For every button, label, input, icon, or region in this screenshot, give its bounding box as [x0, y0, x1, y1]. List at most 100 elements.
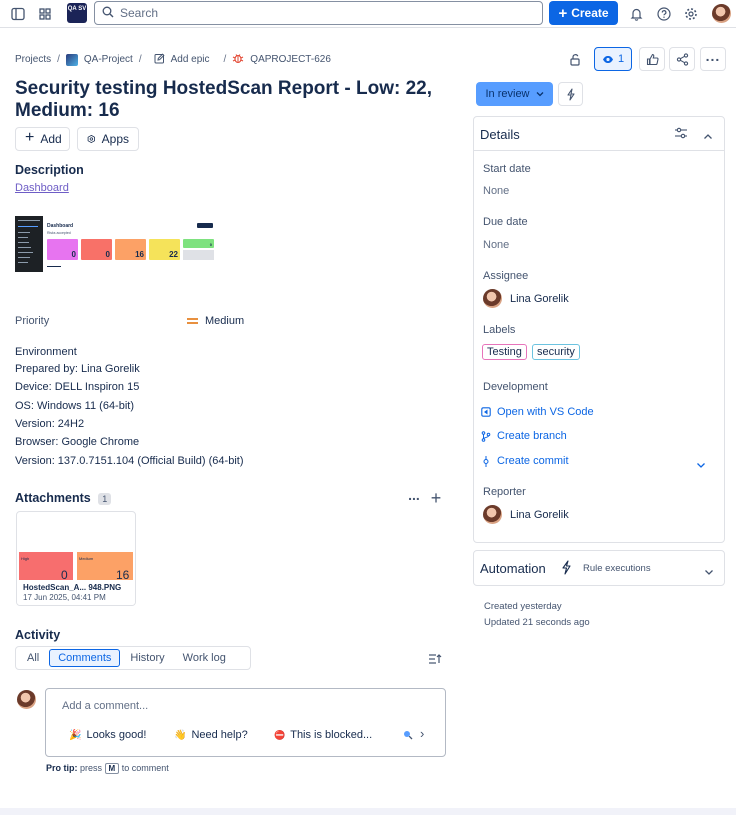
due-date-value[interactable]: None [483, 239, 509, 251]
tab-all[interactable]: All [19, 649, 47, 667]
dashboard-screenshot-image[interactable]: Dashboard Risks accepted 0 0 16 22 0 [15, 216, 215, 272]
notifications-bell-icon[interactable] [626, 4, 646, 24]
thumbnail-card-value: 0 [105, 250, 110, 259]
app-switcher-icon[interactable] [35, 4, 55, 24]
environment-line: Prepared by: Lina Gorelik [15, 363, 140, 375]
priority-label: Priority [15, 315, 50, 327]
like-button[interactable] [639, 47, 665, 71]
plus-icon: + [558, 4, 568, 22]
automation-bolt-button[interactable] [558, 82, 583, 106]
chevron-down-icon[interactable] [696, 458, 706, 472]
environment-line: Version: 24H2 [15, 418, 85, 430]
thumbnail-sidebar [15, 216, 43, 272]
attachments-heading: Attachments 1 [15, 491, 112, 505]
chevron-down-icon[interactable] [704, 565, 714, 579]
add-button[interactable]: + Add [15, 127, 70, 151]
add-attachment-plus-icon[interactable]: + [428, 489, 444, 507]
site-logo[interactable]: QA SV [67, 3, 87, 23]
breadcrumb-projects[interactable]: Projects [15, 54, 51, 65]
top-navigation-bar: QA SV + Create [0, 0, 736, 28]
sidebar-toggle-icon[interactable] [8, 4, 28, 24]
quick-reply-label: This is blocked... [290, 729, 373, 741]
attachments-count-badge: 1 [98, 492, 112, 505]
label-tag-security[interactable]: security [532, 344, 580, 360]
eye-icon [602, 55, 613, 63]
help-icon[interactable] [654, 4, 674, 24]
create-button[interactable]: + Create [549, 1, 618, 25]
add-epic-link[interactable]: Add epic [171, 54, 210, 65]
chevron-up-icon[interactable] [703, 129, 713, 143]
quick-reply-need-help[interactable]: 👋 Need help? [174, 729, 248, 741]
breadcrumb: Projects / QA-Project / Add epic / QAPRO… [15, 52, 331, 67]
apps-hexagon-icon [87, 134, 95, 144]
automation-heading: Automation [480, 561, 546, 576]
bug-icon [232, 52, 244, 67]
tab-comments[interactable]: Comments [49, 649, 121, 667]
waving-hand-icon: 👋 [174, 729, 187, 741]
start-date-value[interactable]: None [483, 185, 509, 197]
breadcrumb-issue-key[interactable]: QAPROJECT-626 [250, 54, 331, 65]
quick-reply-label: Looks good! [86, 729, 147, 741]
apps-button[interactable]: Apps [77, 127, 139, 151]
thumbs-up-icon [646, 53, 659, 65]
reporter-label: Reporter [483, 486, 526, 498]
breadcrumb-separator: / [138, 54, 142, 65]
priority-value: Medium [205, 315, 245, 327]
sort-order-icon[interactable] [428, 653, 442, 668]
attachment-card[interactable]: High Medium 0 16 HostedScan_A... 948.PNG… [16, 511, 136, 606]
tab-work-log[interactable]: Work log [175, 649, 234, 667]
restrictions-lock-button[interactable] [563, 47, 587, 71]
tab-history[interactable]: History [122, 649, 172, 667]
lightning-bolt-icon [561, 560, 572, 578]
breadcrumb-project[interactable]: QA-Project [84, 54, 133, 65]
details-heading[interactable]: Details [480, 127, 520, 142]
dev-link-label: Create branch [497, 430, 567, 442]
quick-reply-blocked[interactable]: ⛔ This is blocked... [274, 729, 372, 741]
share-icon [676, 52, 688, 66]
attachments-more-icon[interactable]: ... [404, 488, 424, 507]
description-dashboard-link[interactable]: Dashboard [15, 182, 69, 194]
attachment-preview-label: High [21, 556, 30, 561]
user-avatar[interactable] [712, 4, 731, 23]
thumbnail-card-accepted: 0 [183, 239, 214, 248]
thumbnail-title: Dashboard [47, 223, 74, 229]
comment-placeholder[interactable]: Add a comment... [62, 700, 148, 712]
thumbnail-action-button [197, 223, 213, 228]
pro-tip-text: press [80, 763, 103, 773]
quick-reply-looks-good[interactable]: 🎉 Looks good! [69, 729, 146, 741]
thumbnail-card-critical: 0 [47, 239, 78, 260]
status-dropdown[interactable]: In review [476, 82, 553, 106]
chevron-right-icon[interactable]: › [420, 726, 424, 741]
create-commit-link[interactable]: Create commit [481, 455, 569, 467]
current-user-avatar [17, 690, 36, 709]
more-actions-button[interactable]: ... [700, 47, 726, 71]
magnifier-icon[interactable] [403, 729, 413, 743]
priority-field[interactable]: Medium [187, 315, 244, 327]
settings-gear-icon[interactable] [681, 4, 701, 24]
thumbnail-card-low: 22 [149, 239, 180, 260]
create-branch-link[interactable]: Create branch [481, 430, 567, 442]
label-tag-testing[interactable]: Testing [482, 344, 527, 360]
watch-button[interactable]: 1 [594, 47, 632, 71]
created-timestamp: Created yesterday [484, 601, 562, 612]
thumbnail-card-value: 0 [209, 242, 212, 247]
issue-title[interactable]: Security testing HostedScan Report - Low… [15, 78, 455, 122]
search-bar[interactable] [94, 1, 543, 25]
share-button[interactable] [669, 47, 695, 71]
reporter-field[interactable]: Lina Gorelik [483, 505, 569, 524]
bottom-edge [0, 808, 736, 815]
search-input[interactable] [120, 6, 520, 20]
comment-editor[interactable]: Add a comment... 🎉 Looks good! 👋 Need he… [45, 688, 446, 757]
assignee-field[interactable]: Lina Gorelik [483, 289, 569, 308]
configure-sliders-icon[interactable] [674, 127, 688, 142]
more-horizontal-icon: ... [705, 48, 721, 64]
dev-link-label: Open with VS Code [497, 406, 594, 418]
attachment-preview-label: Medium [79, 556, 94, 561]
labels-label: Labels [483, 324, 516, 336]
thumbnail-footer-line [47, 266, 61, 267]
search-icon [102, 6, 114, 21]
apps-button-label: Apps [101, 132, 129, 146]
chevron-down-icon [536, 92, 543, 97]
open-vs-code-link[interactable]: Open with VS Code [481, 406, 594, 418]
dev-link-label: Create commit [497, 455, 569, 467]
